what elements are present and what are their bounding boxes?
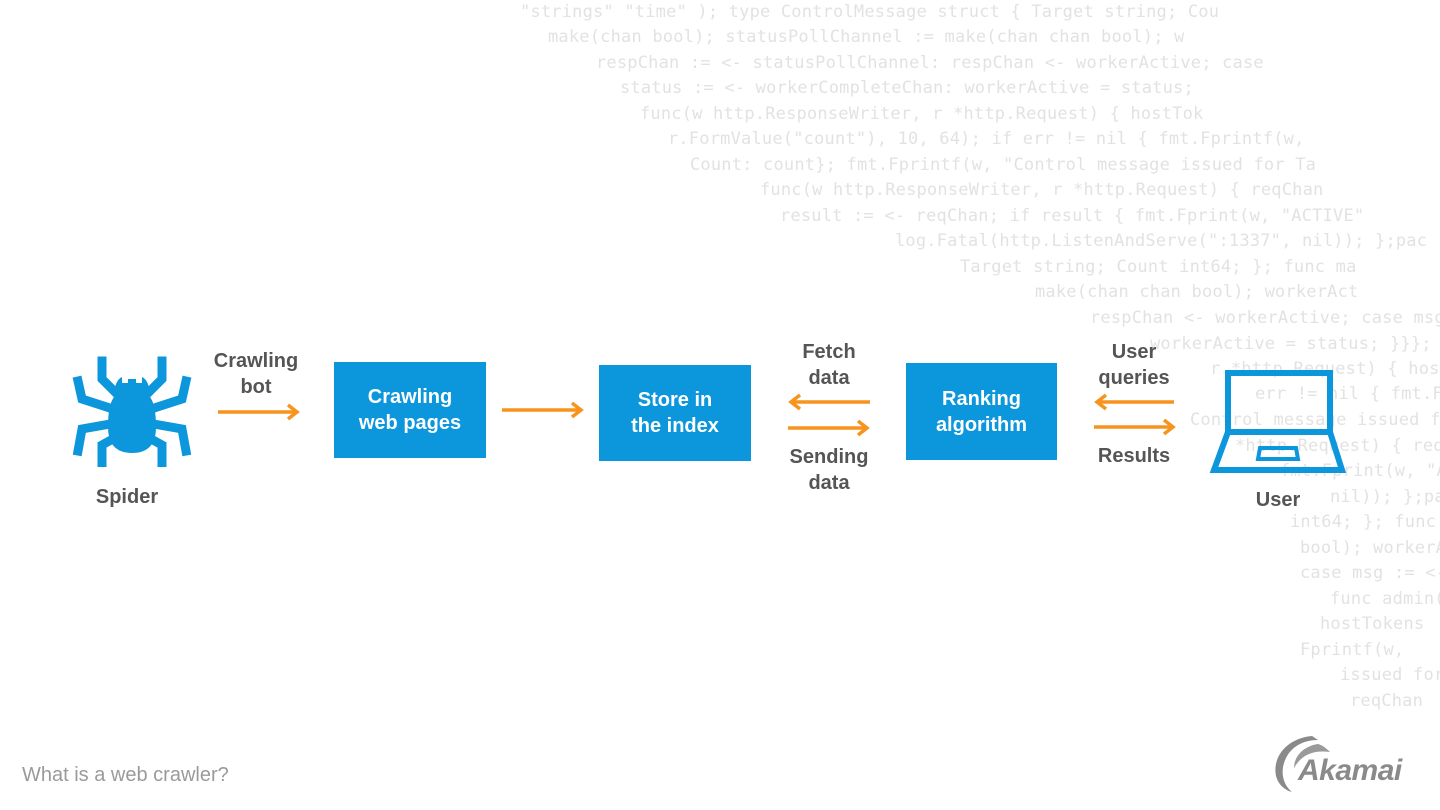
edge-label-line: queries <box>1098 367 1170 389</box>
edge-label-results: Results <box>1097 445 1171 467</box>
node-label-line: algorithm <box>935 413 1028 436</box>
code-line: int64; }; func ma <box>1290 512 1440 532</box>
edge-label-line: data <box>808 472 850 494</box>
code-line: result := <- reqChan; if result { fmt.Fp… <box>780 206 1365 226</box>
edge-label-sending-data: Sending data <box>749 444 909 496</box>
code-line: issued for <box>1340 665 1440 685</box>
code-line: make(chan chan bool); workerAct <box>1035 282 1359 302</box>
code-line: hostTokens <box>1320 614 1425 634</box>
code-line: func admin( <box>1330 589 1440 609</box>
code-line: func(w http.ResponseWriter, r *http.Requ… <box>760 180 1324 200</box>
code-line: reqChan <box>1350 691 1424 711</box>
edge-label-user-queries: User queries <box>1054 339 1214 391</box>
laptop-icon <box>1209 370 1347 473</box>
edge-label-line: Fetch <box>802 341 856 363</box>
code-line: func(w http.ResponseWriter, r *http.Requ… <box>640 104 1204 124</box>
code-line: "strings" "time" ); type ControlMessage … <box>520 2 1220 22</box>
node-label-line: Crawling <box>367 386 453 408</box>
code-line: r.FormValue("count"), 10, 64); if err !=… <box>668 129 1305 149</box>
code-line: respChan := <- statusPollChannel: respCh… <box>596 53 1264 73</box>
node-store-in-index: Store in the index <box>599 365 751 461</box>
node-crawling-web-pages: Crawling web pages <box>334 362 486 458</box>
node-label-line: the index <box>631 415 719 437</box>
node-label-line: web pages <box>358 412 462 434</box>
akamai-logo-text: Akamai <box>1298 754 1402 787</box>
code-line: make(chan bool); statusPollChannel := ma… <box>548 27 1185 47</box>
spider-icon <box>72 356 192 467</box>
arrow-right-icon <box>1094 418 1176 436</box>
code-line: case msg := <- <box>1300 563 1440 583</box>
edge-label-line: data <box>808 367 850 389</box>
node-label-line: Ranking <box>942 387 1021 410</box>
edge-label-line: bot <box>240 376 272 398</box>
page-caption: What is a web crawler? <box>22 764 229 786</box>
edge-label-crawling-bot: Crawling bot <box>176 348 336 400</box>
edge-label-line: Crawling <box>213 350 299 372</box>
node-ranking-algorithm: Ranking algorithm <box>906 363 1057 460</box>
code-line: status := <- workerCompleteChan: workerA… <box>620 78 1194 98</box>
code-line: Count: count}; fmt.Fprintf(w, "Control m… <box>690 155 1317 175</box>
arrow-left-icon <box>1094 393 1174 411</box>
spider-label: Spider <box>95 486 159 508</box>
user-label: User <box>1255 489 1301 511</box>
code-line: Target string; Count int64; }; func ma <box>960 257 1357 277</box>
edge-label-line: Sending <box>789 446 869 468</box>
arrow-left-icon <box>788 393 870 411</box>
edge-label-line: User <box>1111 341 1157 363</box>
code-line: Fprintf(w, <box>1300 640 1405 660</box>
arrow-right-icon <box>788 419 870 437</box>
code-line: log.Fatal(http.ListenAndServe(":1337", n… <box>895 231 1428 251</box>
edge-label-fetch-data: Fetch data <box>749 339 909 391</box>
akamai-logo: Akamai <box>1268 730 1428 794</box>
node-label-line: Store in <box>637 389 713 411</box>
arrow-right-icon <box>218 403 300 421</box>
arrow-right-icon <box>502 401 584 419</box>
code-line: respChan <- workerActive; case msg := <- <box>1090 308 1440 328</box>
code-line: bool); workerAct <box>1300 538 1440 558</box>
